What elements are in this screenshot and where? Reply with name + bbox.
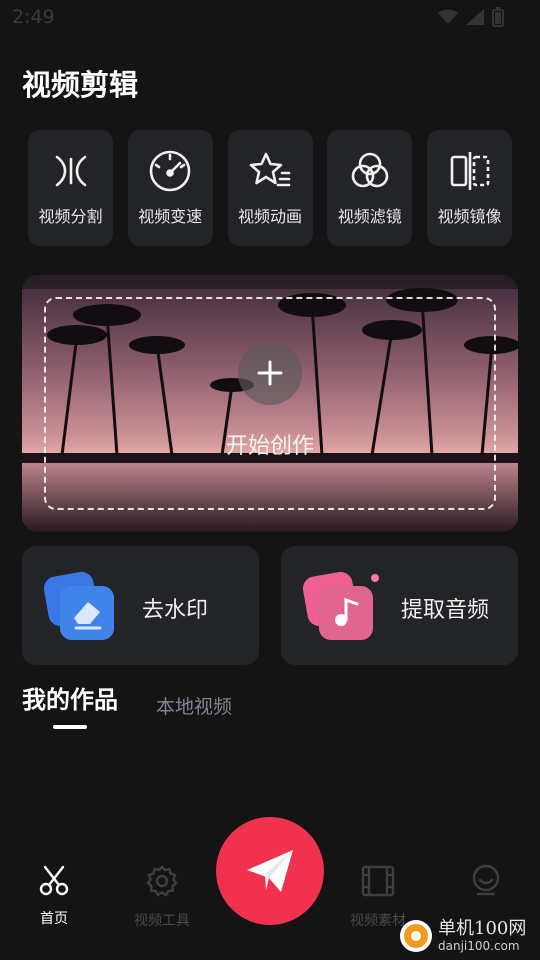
tool-label: 视频滤镜 [337,207,402,226]
tool-split[interactable]: 视频分割 [28,130,113,246]
page-title: 视频剪辑 [22,68,139,102]
nav-tools[interactable]: 视频工具 [117,864,207,930]
logo-icon [400,920,432,952]
nav-label-home: 首页 [40,911,68,927]
tool-label: 视频变速 [138,207,203,226]
mirror-icon [447,148,493,194]
wifi-icon [438,9,458,24]
battery-icon [492,7,504,27]
star-animation-icon [247,148,293,194]
remove-watermark-card[interactable]: 去水印 [22,546,259,665]
profile-icon [472,864,500,896]
scissors-icon [39,865,69,896]
remove-watermark-label: 去水印 [142,598,209,623]
tool-label: 视频分割 [38,207,103,226]
paper-plane-icon [247,850,293,892]
tool-label: 视频动画 [237,207,302,226]
tool-grid: 视频分割 视频变速 视频动画 视频滤镜 视频镜像 [28,130,512,246]
nav-profile[interactable] [441,864,531,898]
tool-mirror[interactable]: 视频镜像 [427,130,512,246]
speedometer-icon [147,148,193,194]
film-icon [361,865,395,897]
eraser-icon [44,572,114,640]
banner-label: 开始创作 [225,434,314,459]
signal-icon [466,9,484,25]
tool-label: 视频镜像 [437,207,502,226]
extract-audio-label: 提取音频 [401,598,490,623]
tab-indicator [53,725,87,729]
watermark-logo: 单机100网 danji100.com [398,918,526,954]
tool-speed[interactable]: 视频变速 [127,130,213,246]
status-time: 2:49 [12,6,55,28]
tab-local-videos[interactable]: 本地视频 [156,692,232,719]
add-video-button[interactable] [238,341,302,405]
tool-filter[interactable]: 视频滤镜 [327,130,413,246]
nav-label-tools: 视频工具 [134,913,190,929]
tool-animation[interactable]: 视频动画 [227,130,313,246]
start-create-banner[interactable]: 开始创作 [22,275,518,532]
status-icons [438,7,504,27]
filter-circles-icon [347,148,393,194]
nav-home[interactable]: 首页 [9,864,99,928]
tab-my-works[interactable]: 我的作品 [22,680,118,715]
publish-fab-button[interactable] [216,817,324,925]
status-bar: 2:49 [0,0,540,36]
split-icon [48,148,94,194]
music-note-icon [303,572,379,640]
watermark-url: danji100.com [438,939,520,953]
gear-icon [146,865,178,897]
watermark-title: 单机100网 [438,918,527,939]
extract-audio-card[interactable]: 提取音频 [281,546,518,665]
plus-icon [257,360,283,386]
